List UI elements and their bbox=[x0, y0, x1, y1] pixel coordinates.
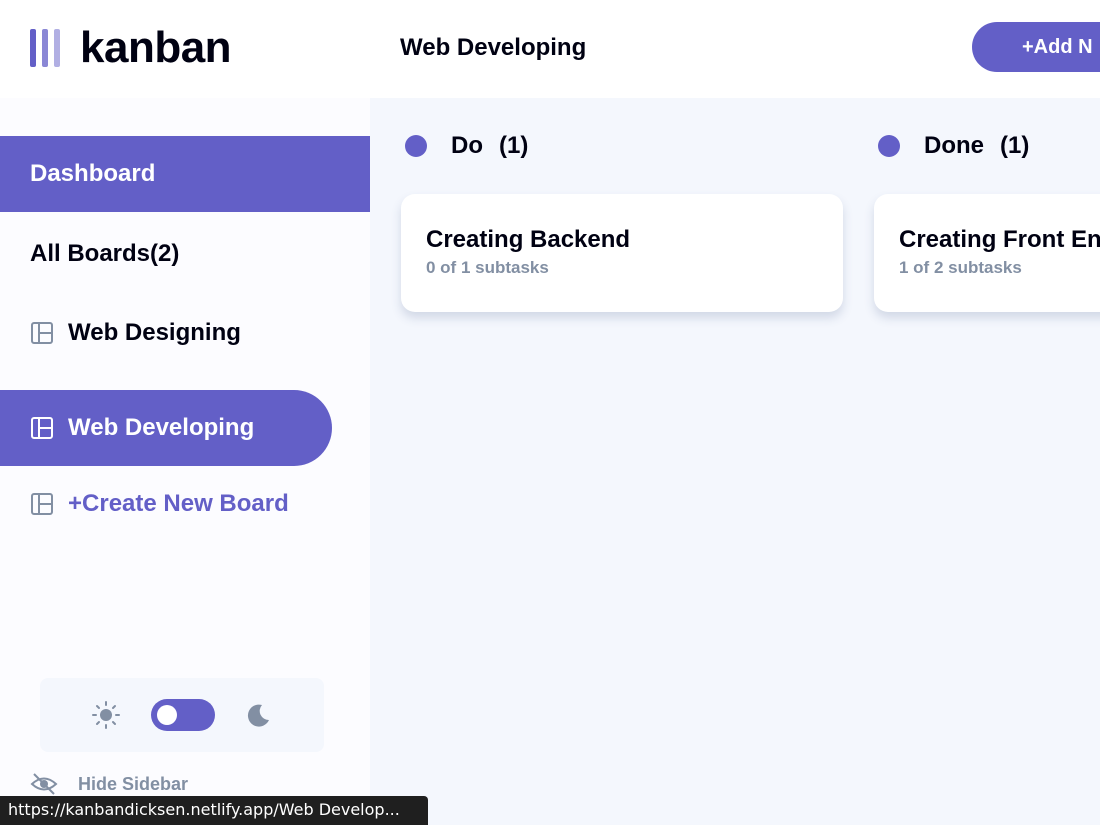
sidebar-item-label: Dashboard bbox=[30, 160, 156, 187]
logo-text: kanban bbox=[80, 23, 232, 72]
board-icon bbox=[31, 322, 53, 344]
column-count: (1) bbox=[1000, 132, 1030, 159]
task-title: Creating Backend bbox=[426, 226, 631, 253]
board-area: Do (1) Creating Backend 0 of 1 subtasks … bbox=[370, 98, 1100, 825]
board-icon bbox=[31, 417, 53, 439]
all-boards-heading: All Boards(2) bbox=[0, 236, 179, 272]
hide-sidebar-button[interactable]: Hide Sidebar bbox=[30, 772, 188, 796]
logo-icon bbox=[30, 29, 60, 67]
column-header: Done (1) bbox=[878, 132, 1029, 160]
theme-switcher bbox=[40, 678, 324, 752]
sidebar-item-dashboard[interactable]: Dashboard bbox=[0, 136, 370, 212]
create-new-board-label: +Create New Board bbox=[68, 490, 289, 517]
add-new-task-button[interactable]: +Add N bbox=[972, 22, 1100, 72]
task-subtasks: 1 of 2 subtasks bbox=[899, 258, 1022, 277]
task-card[interactable]: Creating Backend 0 of 1 subtasks bbox=[401, 194, 843, 312]
hide-sidebar-label: Hide Sidebar bbox=[78, 773, 189, 794]
column-header: Do (1) bbox=[405, 132, 528, 160]
sidebar-item-web-designing[interactable]: Web Designing bbox=[0, 295, 241, 371]
sun-icon bbox=[92, 701, 120, 729]
column-status-dot bbox=[405, 135, 427, 157]
column-count: (1) bbox=[499, 132, 529, 159]
column-status-dot bbox=[878, 135, 900, 157]
sidebar-item-label: Web Designing bbox=[68, 319, 241, 346]
top-header: kanban Web Developing +Add N bbox=[0, 0, 1100, 98]
logo: kanban bbox=[30, 23, 232, 72]
link-status-bar: https://kanbandicksen.netlify.app/Web De… bbox=[0, 796, 428, 825]
board-icon bbox=[31, 493, 53, 515]
eye-slash-icon bbox=[30, 773, 58, 795]
column-name: Done bbox=[924, 132, 984, 159]
task-card[interactable]: Creating Front En 1 of 2 subtasks bbox=[874, 194, 1100, 312]
sidebar-item-label: Web Developing bbox=[68, 414, 255, 441]
task-subtasks: 0 of 1 subtasks bbox=[426, 258, 549, 277]
create-new-board-button[interactable]: +Create New Board bbox=[0, 466, 289, 542]
sidebar-item-web-developing[interactable]: Web Developing bbox=[0, 390, 332, 466]
task-title: Creating Front En bbox=[899, 226, 1100, 253]
toggle-knob bbox=[157, 705, 177, 725]
theme-toggle[interactable] bbox=[151, 699, 215, 731]
sidebar: Dashboard All Boards(2) Web Designing We… bbox=[0, 98, 370, 825]
all-boards-label: All Boards(2) bbox=[30, 240, 180, 267]
moon-icon bbox=[247, 704, 269, 727]
column-name: Do bbox=[451, 132, 483, 159]
board-title: Web Developing bbox=[400, 34, 587, 61]
